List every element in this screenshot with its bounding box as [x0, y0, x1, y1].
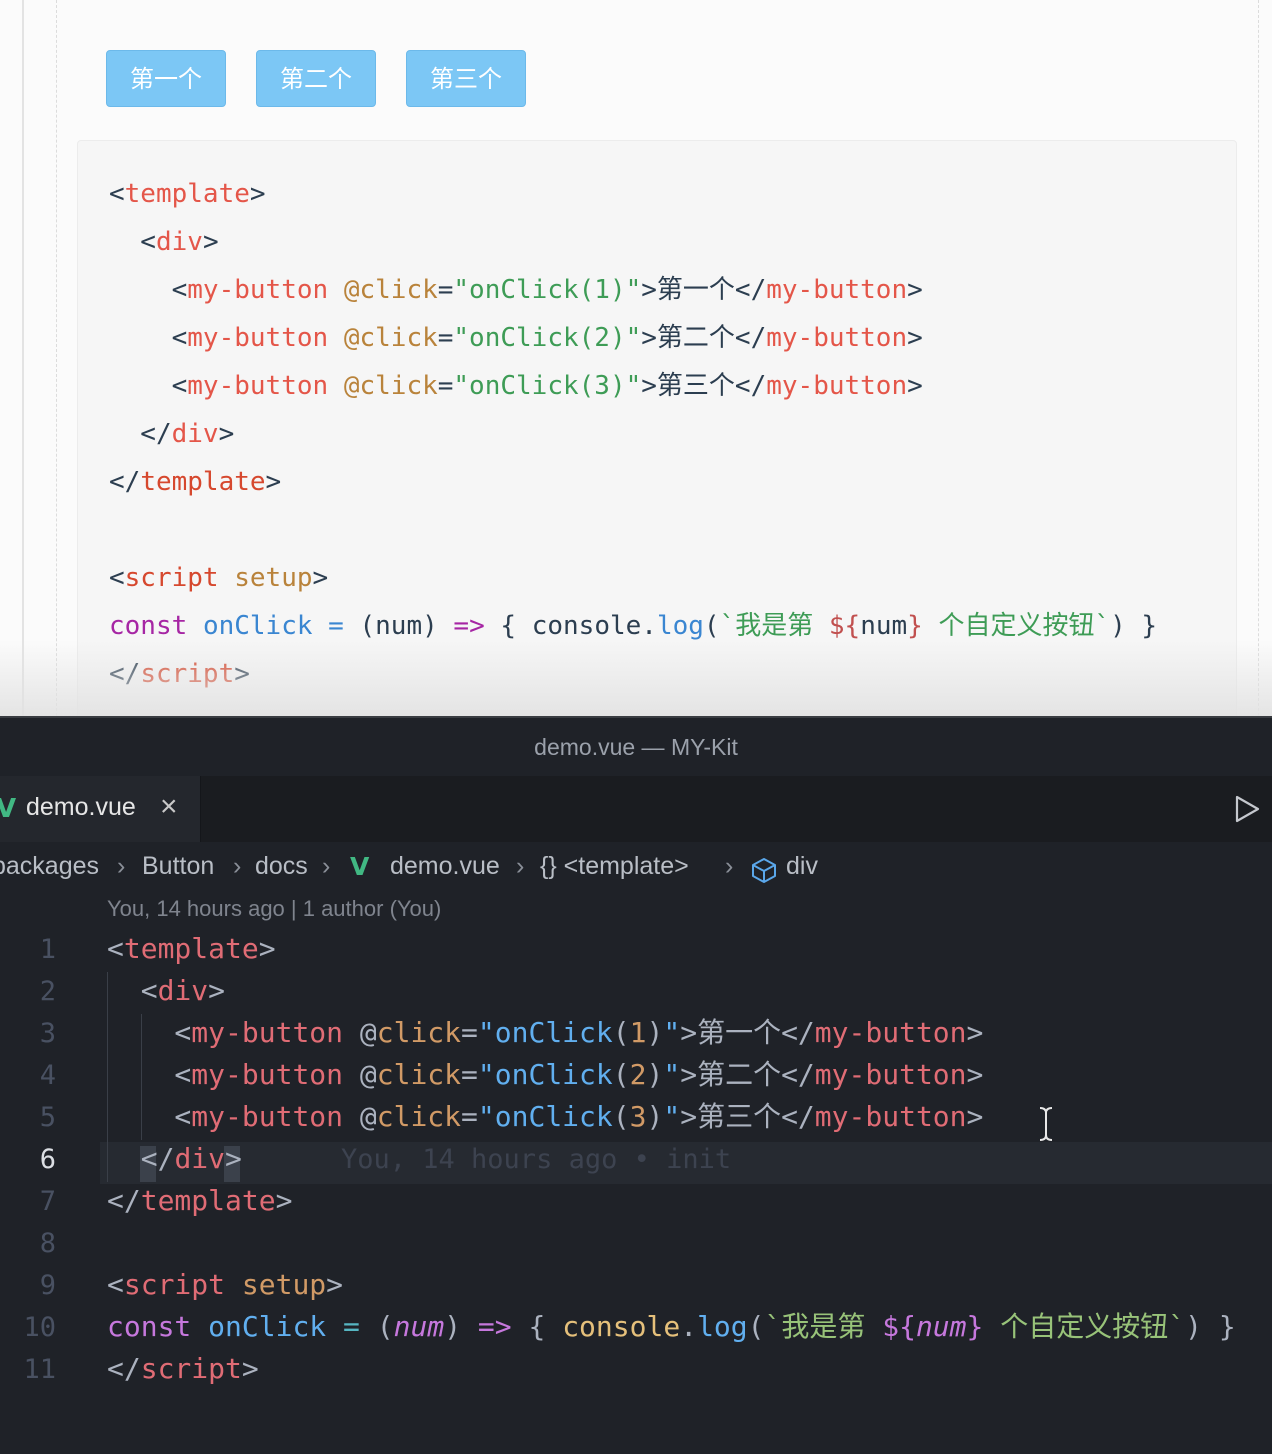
editor-code-line-3[interactable]: <my-button @click="onClick(1)">第一个</my-b… — [107, 1015, 983, 1051]
line-number: 1 — [39, 934, 56, 965]
demo-border-left — [56, 0, 57, 716]
line-number: 3 — [39, 1018, 56, 1049]
editor-code-line-1[interactable]: <template> — [107, 931, 276, 967]
chevron-right-icon: › — [725, 852, 734, 880]
text-cursor-icon — [1039, 1107, 1053, 1141]
line-number: 10 — [23, 1312, 56, 1343]
docs-code-line-1: <template> — [109, 179, 266, 209]
breadcrumb: packages › Button › docs › V demo.vue › … — [0, 846, 1272, 888]
docs-code-line-7: </template> — [109, 467, 282, 497]
sidebar-divider — [22, 0, 24, 716]
docs-code-line-5: <my-button @click="onClick(3)">第三个</my-b… — [109, 371, 923, 401]
docs-code-line-4: <my-button @click="onClick(2)">第二个</my-b… — [109, 323, 923, 353]
line-number: 2 — [39, 976, 56, 1007]
vue-icon: V — [350, 852, 370, 881]
play-icon[interactable] — [1232, 794, 1262, 824]
breadcrumb-docs[interactable]: docs — [255, 852, 308, 881]
docs-preview: 第一个 第二个 第三个 <template> <div> <my-button … — [0, 0, 1272, 716]
codelens-author[interactable]: You, 14 hours ago | 1 author (You) — [107, 896, 441, 922]
line-number: 4 — [39, 1060, 56, 1091]
breadcrumb-div[interactable]: div — [786, 852, 818, 881]
vue-icon: V — [0, 794, 17, 824]
demo-border-right — [1258, 0, 1259, 716]
code-editor-window: demo.vue — MY-Kit V demo.vue × packages … — [0, 716, 1272, 1454]
breadcrumb-file[interactable]: demo.vue — [390, 852, 500, 881]
inline-blame: You, 14 hours ago • init — [341, 1144, 732, 1175]
editor-code-line-5[interactable]: <my-button @click="onClick(3)">第三个</my-b… — [107, 1099, 983, 1135]
demo-button-1[interactable]: 第一个 — [106, 50, 226, 107]
editor-code-line-10[interactable]: const onClick = (num) => { console.log(`… — [107, 1309, 1236, 1345]
docs-code-line-6: </div> — [109, 419, 235, 449]
chevron-right-icon: › — [322, 852, 331, 880]
docs-code-line-9: <script setup> — [109, 563, 329, 593]
tab-demo-vue[interactable]: V demo.vue × — [0, 776, 201, 842]
line-number: 8 — [39, 1228, 56, 1259]
cube-icon — [752, 858, 776, 883]
editor-code-line-7[interactable]: </template> — [107, 1183, 292, 1219]
docs-code-line-2: <div> — [109, 227, 219, 257]
docs-code-line-10: const onClick = (num) => { console.log(`… — [109, 611, 1158, 641]
line-number: 7 — [39, 1186, 56, 1217]
line-number: 11 — [23, 1354, 56, 1385]
editor-code-line-6[interactable]: </div> — [107, 1141, 242, 1177]
breadcrumb-template[interactable]: {} <template> — [540, 852, 689, 881]
breadcrumb-packages[interactable]: packages — [0, 852, 99, 881]
chevron-right-icon: › — [516, 852, 525, 880]
chevron-right-icon: › — [117, 852, 126, 880]
window-title: demo.vue — MY-Kit — [0, 716, 1272, 776]
line-number: 9 — [39, 1270, 56, 1301]
chevron-right-icon: › — [233, 852, 242, 880]
tab-label: demo.vue — [26, 793, 136, 821]
preview-fade — [0, 640, 1272, 716]
editor-code-line-11[interactable]: </script> — [107, 1351, 259, 1387]
editor-code-line-2[interactable]: <div> — [107, 973, 225, 1009]
demo-button-3[interactable]: 第三个 — [406, 50, 526, 107]
demo-button-2[interactable]: 第二个 — [256, 50, 376, 107]
close-icon[interactable]: × — [160, 790, 178, 824]
line-number-current: 6 — [39, 1144, 56, 1175]
editor-code-line-9[interactable]: <script setup> — [107, 1267, 343, 1303]
line-number: 5 — [39, 1102, 56, 1133]
docs-code-line-3: <my-button @click="onClick(1)">第一个</my-b… — [109, 275, 923, 305]
editor-code-line-4[interactable]: <my-button @click="onClick(2)">第二个</my-b… — [107, 1057, 983, 1093]
tab-bar: V demo.vue × — [0, 776, 1272, 842]
breadcrumb-button[interactable]: Button — [142, 852, 214, 881]
